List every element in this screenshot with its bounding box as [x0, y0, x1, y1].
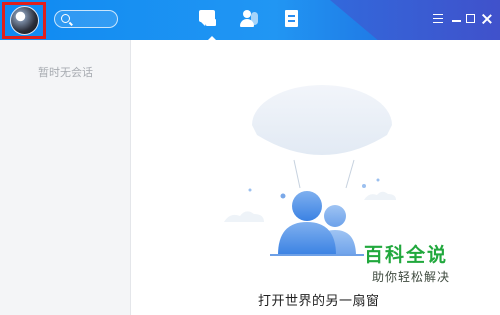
cloud-left: [224, 211, 264, 222]
person-head-icon: [243, 10, 251, 18]
sparkle-dot: [248, 188, 252, 192]
empty-state-title: 打开世界的另一扇窗: [258, 294, 380, 309]
empty-state-subtitle: ....: [277, 310, 288, 315]
search-input[interactable]: [54, 10, 118, 28]
balloon-shape: [252, 85, 392, 155]
tab-contacts[interactable]: [238, 8, 260, 30]
close-icon: [482, 14, 492, 24]
menu-icon: [433, 14, 443, 23]
sparkle-dot: [280, 193, 286, 199]
watermark-subtitle: 助你轻松解决: [372, 270, 451, 284]
search-icon: [61, 14, 70, 23]
menu-button[interactable]: [433, 14, 443, 23]
person-back-head: [324, 205, 346, 227]
close-button[interactable]: [482, 14, 492, 24]
minimize-icon: [452, 20, 461, 22]
maximize-icon: [466, 14, 475, 23]
conversation-sidebar: 暂时无会话: [0, 40, 131, 315]
avatar-highlight[interactable]: [2, 2, 46, 39]
sparkle-dot: [362, 184, 366, 188]
balloon-string: [345, 159, 355, 189]
person-front-body: [278, 222, 336, 255]
chat-sub-icon: [206, 19, 216, 26]
tab-notes[interactable]: [281, 8, 303, 30]
tab-chat[interactable]: [196, 8, 218, 30]
avatar[interactable]: [9, 6, 39, 35]
minimize-button[interactable]: [452, 14, 461, 22]
cloud-right: [364, 191, 396, 200]
person-front-head: [292, 191, 322, 221]
watermark-title: 百科全说: [364, 244, 449, 266]
title-bar: [0, 0, 500, 40]
empty-conversation-label: 暂时无会话: [38, 66, 93, 79]
notes-icon: [285, 10, 298, 27]
maximize-button[interactable]: [466, 14, 475, 23]
watermark: 百科全说 助你轻松解决: [364, 240, 484, 285]
balloon-string: [293, 159, 301, 189]
person-body-icon: [240, 19, 254, 27]
sparkle-dot: [376, 178, 380, 182]
